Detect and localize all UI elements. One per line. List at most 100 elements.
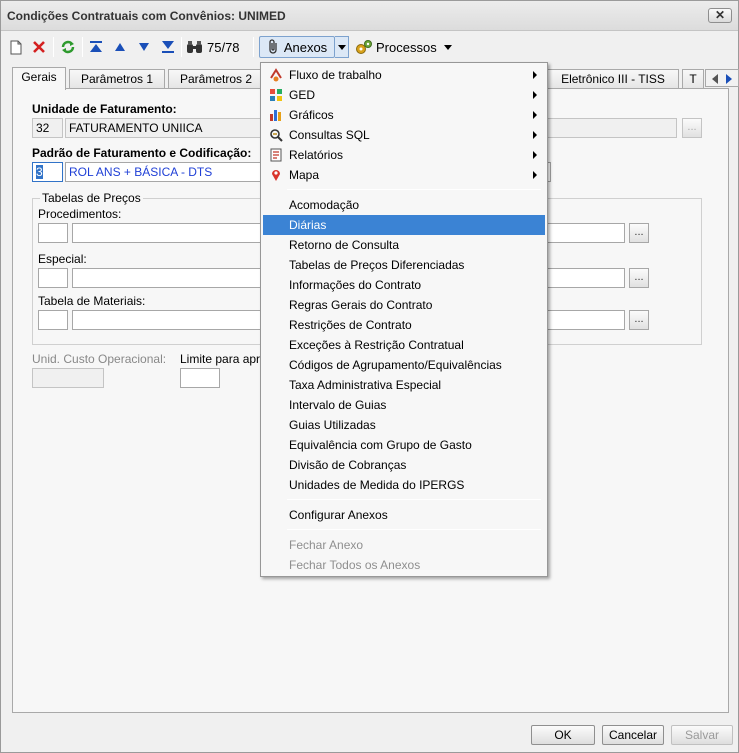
submenu-arrow-icon — [533, 151, 537, 159]
ok-button[interactable]: OK — [531, 725, 595, 745]
custo-operacional-field[interactable] — [32, 368, 104, 388]
last-record-button[interactable] — [159, 36, 177, 58]
chevron-down-icon — [337, 44, 346, 50]
menu-item-fechar-anexo[interactable]: Fechar Anexo — [263, 535, 545, 555]
record-counter: 75/78 — [207, 39, 240, 55]
menu-item-configurar-anexos[interactable]: Configurar Anexos — [263, 505, 545, 525]
menu-item-intervalo-de-guias[interactable]: Intervalo de Guias — [263, 395, 545, 415]
menu-item-retorno-de-consulta[interactable]: Retorno de Consulta — [263, 235, 545, 255]
window-title: Condições Contratuais com Convênios: UNI… — [7, 9, 286, 23]
menu-item-ged[interactable]: GED — [263, 85, 545, 105]
submenu-arrow-icon — [533, 91, 537, 99]
cancel-button[interactable]: Cancelar — [602, 725, 664, 745]
anexos-dropdown-toggle[interactable] — [335, 36, 349, 58]
paperclip-icon — [269, 39, 277, 54]
materiais-code-field[interactable] — [38, 310, 68, 330]
menu-item-informacoes-do-contrato[interactable]: Informações do Contrato — [263, 275, 545, 295]
menu-item-diarias[interactable]: Diárias — [263, 215, 545, 235]
menu-separator — [287, 529, 541, 530]
refresh-button[interactable] — [57, 36, 79, 58]
materiais-lookup-button[interactable]: ... — [629, 310, 649, 330]
menu-item-equivalencia-grupo-gasto[interactable]: Equivalência com Grupo de Gasto — [263, 435, 545, 455]
unidade-faturamento-label: Unidade de Faturamento: — [32, 102, 177, 116]
close-button[interactable]: ✕ — [708, 8, 732, 23]
save-button[interactable]: Salvar — [671, 725, 733, 745]
processos-button[interactable]: Processos — [355, 36, 439, 58]
map-pin-icon — [272, 170, 280, 181]
dialog-window: Condições Contratuais com Convênios: UNI… — [0, 0, 739, 753]
new-record-button[interactable] — [6, 36, 26, 58]
anexos-label: Anexos — [283, 39, 328, 55]
processos-label: Processos — [376, 39, 437, 55]
menu-item-regras-gerais[interactable]: Regras Gerais do Contrato — [263, 295, 545, 315]
padrao-code-field[interactable]: 3 — [32, 162, 63, 182]
menu-item-fechar-todos-anexos[interactable]: Fechar Todos os Anexos — [263, 555, 545, 575]
padrao-code-value: 3 — [36, 165, 43, 179]
tab-scroll-arrows — [705, 69, 739, 87]
menu-separator — [287, 499, 541, 500]
tab-parametros-1[interactable]: Parâmetros 1 — [69, 69, 165, 89]
especial-lookup-button[interactable]: ... — [629, 268, 649, 288]
padrao-faturamento-label: Padrão de Faturamento e Codificação: — [32, 146, 252, 160]
menu-item-mapa[interactable]: Mapa — [263, 165, 545, 185]
refresh-icon — [61, 40, 75, 54]
menu-item-excecoes-restricao[interactable]: Exceções à Restrição Contratual — [263, 335, 545, 355]
workflow-icon — [270, 68, 282, 82]
menu-item-guias-utilizadas[interactable]: Guias Utilizadas — [263, 415, 545, 435]
processos-dropdown-toggle[interactable] — [441, 36, 455, 58]
procedimentos-label: Procedimentos: — [38, 207, 122, 221]
menu-item-consultas-sql[interactable]: Consultas SQL — [263, 125, 545, 145]
toolbar: 75/78 Anexos Processos — [1, 32, 738, 62]
menu-item-unidades-medida-ipergs[interactable]: Unidades de Medida do IPERGS — [263, 475, 545, 495]
arrow-down-icon — [139, 43, 149, 51]
anexos-dropdown-menu: Fluxo de trabalho GED Gráficos Consultas… — [260, 62, 548, 577]
tab-scroll-arrows-icon[interactable] — [706, 70, 739, 88]
unidade-code-field[interactable]: 32 — [32, 118, 63, 138]
delete-x-icon — [33, 41, 45, 53]
menu-item-fluxo-de-trabalho[interactable]: Fluxo de trabalho — [263, 65, 545, 85]
especial-code-field[interactable] — [38, 268, 68, 288]
procedimentos-lookup-button[interactable]: ... — [629, 223, 649, 243]
anexos-button[interactable]: Anexos — [259, 36, 335, 58]
submenu-arrow-icon — [533, 71, 537, 79]
especial-label: Especial: — [38, 252, 87, 266]
bar-chart-icon — [270, 110, 281, 121]
binoculars-icon — [187, 41, 202, 53]
sql-query-icon — [270, 129, 283, 142]
menu-item-divisao-de-cobrancas[interactable]: Divisão de Cobranças — [263, 455, 545, 475]
delete-record-button[interactable] — [29, 36, 49, 58]
materiais-label: Tabela de Materiais: — [38, 294, 146, 308]
ged-icon — [270, 89, 282, 101]
chevron-down-icon — [444, 44, 452, 50]
submenu-arrow-icon — [533, 131, 537, 139]
menu-item-restricoes-de-contrato[interactable]: Restrições de Contrato — [263, 315, 545, 335]
arrow-up-icon — [115, 43, 125, 51]
tab-eletronico-iii-tiss[interactable]: Eletrônico III - TISS — [547, 69, 679, 89]
find-record-button[interactable]: 75/78 — [186, 36, 248, 58]
first-record-button[interactable] — [87, 36, 105, 58]
submenu-arrow-icon — [533, 111, 537, 119]
new-document-icon — [10, 40, 22, 54]
limite-apresentacao-label: Limite para apre — [180, 352, 267, 366]
unidade-lookup-button[interactable]: ... — [682, 118, 702, 138]
custo-operacional-label: Unid. Custo Operacional: — [32, 352, 167, 366]
limite-apresentacao-field[interactable] — [180, 368, 220, 388]
previous-record-button[interactable] — [111, 36, 129, 58]
last-record-icon — [162, 41, 174, 53]
next-record-button[interactable] — [135, 36, 153, 58]
tabelas-precos-title: Tabelas de Preços — [40, 191, 143, 205]
tab-parametros-2[interactable]: Parâmetros 2 — [168, 69, 264, 89]
menu-item-relatorios[interactable]: Relatórios — [263, 145, 545, 165]
first-record-icon — [90, 41, 102, 52]
menu-item-tabelas-precos-diferenciadas[interactable]: Tabelas de Preços Diferenciadas — [263, 255, 545, 275]
menu-item-codigos-agrupamento[interactable]: Códigos de Agrupamento/Equivalências — [263, 355, 545, 375]
tab-gerais[interactable]: Gerais — [12, 67, 66, 90]
procedimentos-code-field[interactable] — [38, 223, 68, 243]
report-icon — [270, 148, 282, 162]
menu-item-taxa-administrativa[interactable]: Taxa Administrativa Especial — [263, 375, 545, 395]
submenu-arrow-icon — [533, 171, 537, 179]
tab-overflow[interactable]: T — [682, 69, 704, 89]
menu-item-acomodacao[interactable]: Acomodação — [263, 195, 545, 215]
gears-icon — [356, 40, 372, 54]
menu-item-graficos[interactable]: Gráficos — [263, 105, 545, 125]
